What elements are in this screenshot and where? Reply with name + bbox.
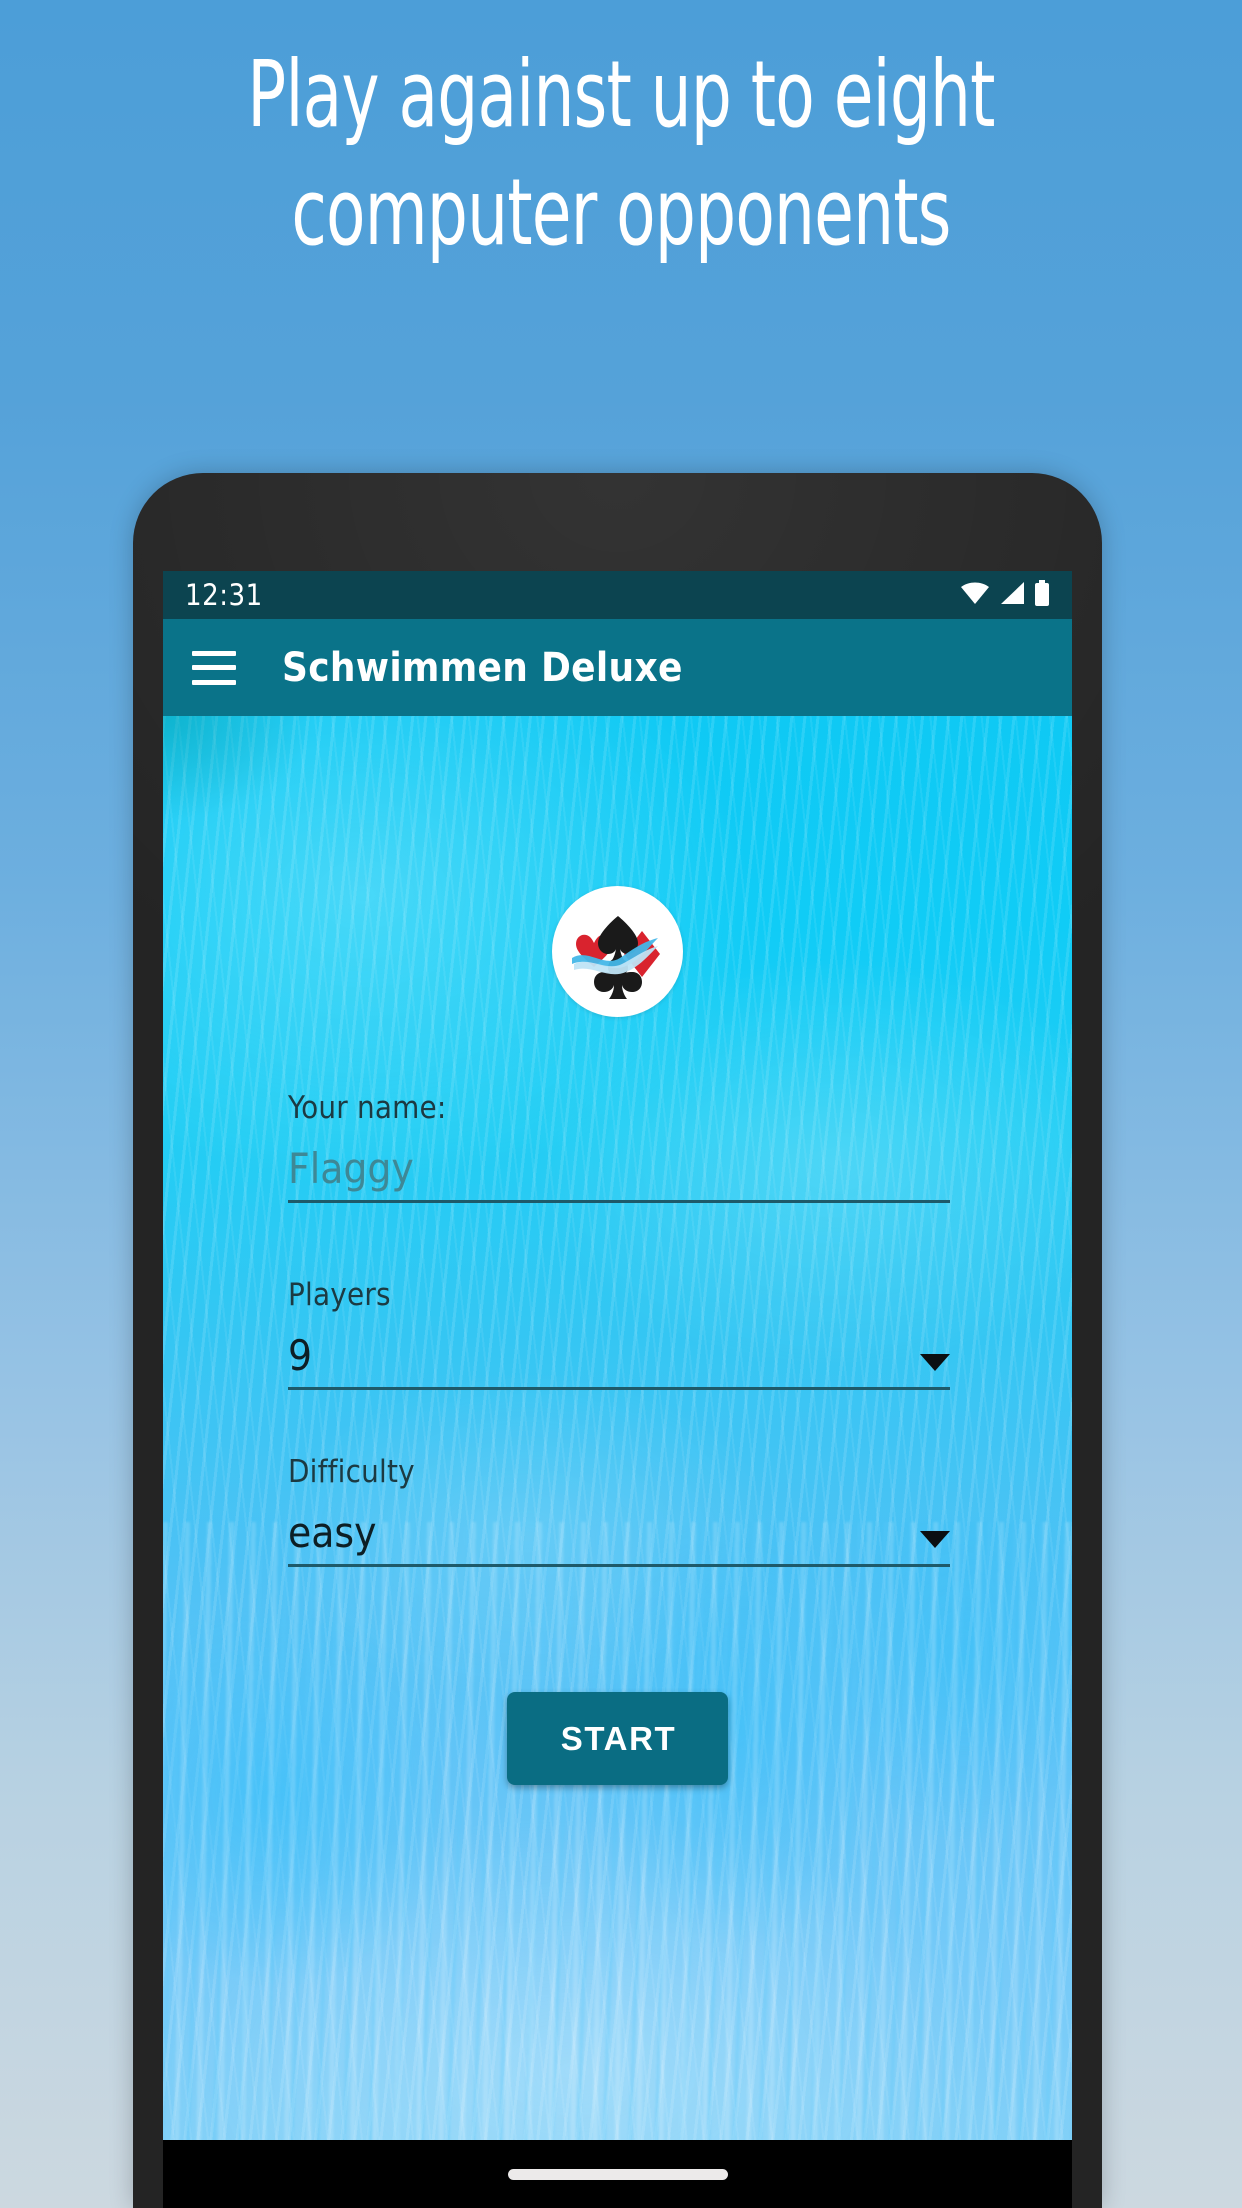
home-gesture-pill[interactable] <box>507 2168 728 2180</box>
name-input[interactable]: Flaggy <box>288 1148 950 1203</box>
players-field-group: Players 9 <box>288 1277 950 1390</box>
difficulty-field-group: Difficulty easy <box>288 1454 950 1567</box>
screen-content: Your name: Flaggy Players 9 Difficulty e… <box>163 716 1072 2208</box>
players-dropdown[interactable]: 9 <box>288 1335 950 1390</box>
field-spacer-1 <box>288 1203 950 1277</box>
app-bar-title: Schwimmen Deluxe <box>282 644 683 691</box>
field-spacer-2 <box>288 1390 950 1454</box>
phone-screen: 12:31 Schwimmen Deluxe Your name: Flaggy… <box>163 571 1072 2208</box>
name-field-label: Your name: <box>288 1090 447 1126</box>
name-field-group: Your name: Flaggy <box>288 1090 950 1203</box>
phone-mockup: 12:31 Schwimmen Deluxe Your name: Flaggy… <box>133 473 1102 2208</box>
chevron-down-icon <box>920 1354 950 1371</box>
wifi-icon <box>960 581 990 610</box>
chevron-down-icon <box>920 1531 950 1548</box>
difficulty-dropdown-value: easy <box>288 1508 377 1557</box>
app-form-area: Your name: Flaggy Players 9 Difficulty e… <box>163 716 1072 2208</box>
difficulty-field-label: Difficulty <box>288 1454 415 1490</box>
promo-headline-line-1: Play against up to eight <box>247 41 995 148</box>
start-form: Your name: Flaggy Players 9 Difficulty e… <box>288 1090 950 1567</box>
status-bar: 12:31 <box>163 571 1072 619</box>
players-field-label: Players <box>288 1277 391 1313</box>
name-input-value: Flaggy <box>288 1144 414 1193</box>
android-nav-bar <box>163 2140 1072 2208</box>
difficulty-dropdown[interactable]: easy <box>288 1512 950 1567</box>
hamburger-menu-icon[interactable] <box>192 650 236 685</box>
cellular-signal-icon <box>999 581 1025 610</box>
start-button-container: START <box>163 1692 1072 1785</box>
players-dropdown-value: 9 <box>288 1331 313 1380</box>
card-suits-wave-logo <box>552 886 683 1017</box>
promo-headline-line-2: computer opponents <box>291 158 951 266</box>
status-bar-icons <box>960 579 1050 611</box>
battery-icon <box>1034 579 1050 611</box>
app-bar: Schwimmen Deluxe <box>163 619 1072 716</box>
status-bar-time: 12:31 <box>185 578 263 612</box>
logo-container <box>163 886 1072 1017</box>
start-button[interactable]: START <box>506 1692 729 1785</box>
promo-headline: Play against up to eight computer oppone… <box>137 36 1106 272</box>
